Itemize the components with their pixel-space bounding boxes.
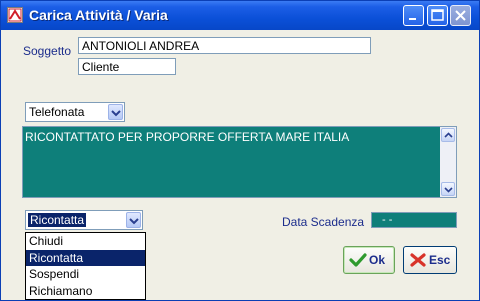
data-scadenza-label: Data Scadenza xyxy=(282,215,365,229)
ok-label: Ok xyxy=(369,253,386,267)
cancel-icon xyxy=(410,253,426,267)
minimize-icon xyxy=(409,18,416,20)
minimize-button[interactable] xyxy=(403,5,424,26)
scroll-down-button[interactable] xyxy=(441,182,455,196)
tipo-soggetto-field[interactable]: Cliente xyxy=(78,58,176,75)
stato-select[interactable]: Ricontatta xyxy=(25,210,143,230)
close-button[interactable] xyxy=(450,5,471,26)
chevron-down-icon[interactable] xyxy=(126,212,141,228)
window-title: Carica Attività / Varia xyxy=(29,7,168,23)
stato-dropdown-list[interactable]: Chiudi Ricontatta Sospendi Richiamano xyxy=(25,232,146,300)
app-icon xyxy=(7,7,23,23)
stato-option-chiudi[interactable]: Chiudi xyxy=(26,233,145,250)
chevron-down-icon xyxy=(444,187,453,193)
stato-option-richiamano[interactable]: Richiamano xyxy=(26,283,145,300)
ok-button[interactable]: Ok xyxy=(343,246,395,274)
maximize-button[interactable] xyxy=(427,5,448,26)
soggetto-field[interactable]: ANTONIOLI ANDREA xyxy=(78,37,371,54)
note-scrollbar[interactable] xyxy=(440,127,456,197)
stato-value: Ricontatta xyxy=(28,213,87,227)
maximize-icon xyxy=(431,9,444,21)
chevron-up-icon xyxy=(444,132,453,138)
tipo-attivita-select[interactable]: Telefonata xyxy=(25,102,125,122)
stato-option-ricontatta[interactable]: Ricontatta xyxy=(26,249,145,266)
checkmark-icon xyxy=(349,253,367,267)
title-bar[interactable]: Carica Attività / Varia xyxy=(1,1,479,30)
note-textarea[interactable]: RICONTATTATO PER PROPORRE OFFERTA MARE I… xyxy=(22,126,457,198)
soggetto-label: Soggetto xyxy=(23,44,72,58)
note-text: RICONTATTATO PER PROPORRE OFFERTA MARE I… xyxy=(25,130,350,144)
chevron-down-icon[interactable] xyxy=(108,104,123,120)
esc-label: Esc xyxy=(429,253,451,267)
esc-button[interactable]: Esc xyxy=(403,246,457,274)
data-scadenza-field[interactable]: - - xyxy=(371,212,457,228)
stato-option-sospendi[interactable]: Sospendi xyxy=(26,266,145,283)
close-icon xyxy=(455,10,466,21)
dialog-window: Carica Attività / Varia Soggetto ANTONIO… xyxy=(0,0,480,301)
scroll-up-button[interactable] xyxy=(441,128,455,142)
tipo-attivita-value: Telefonata xyxy=(29,105,85,119)
